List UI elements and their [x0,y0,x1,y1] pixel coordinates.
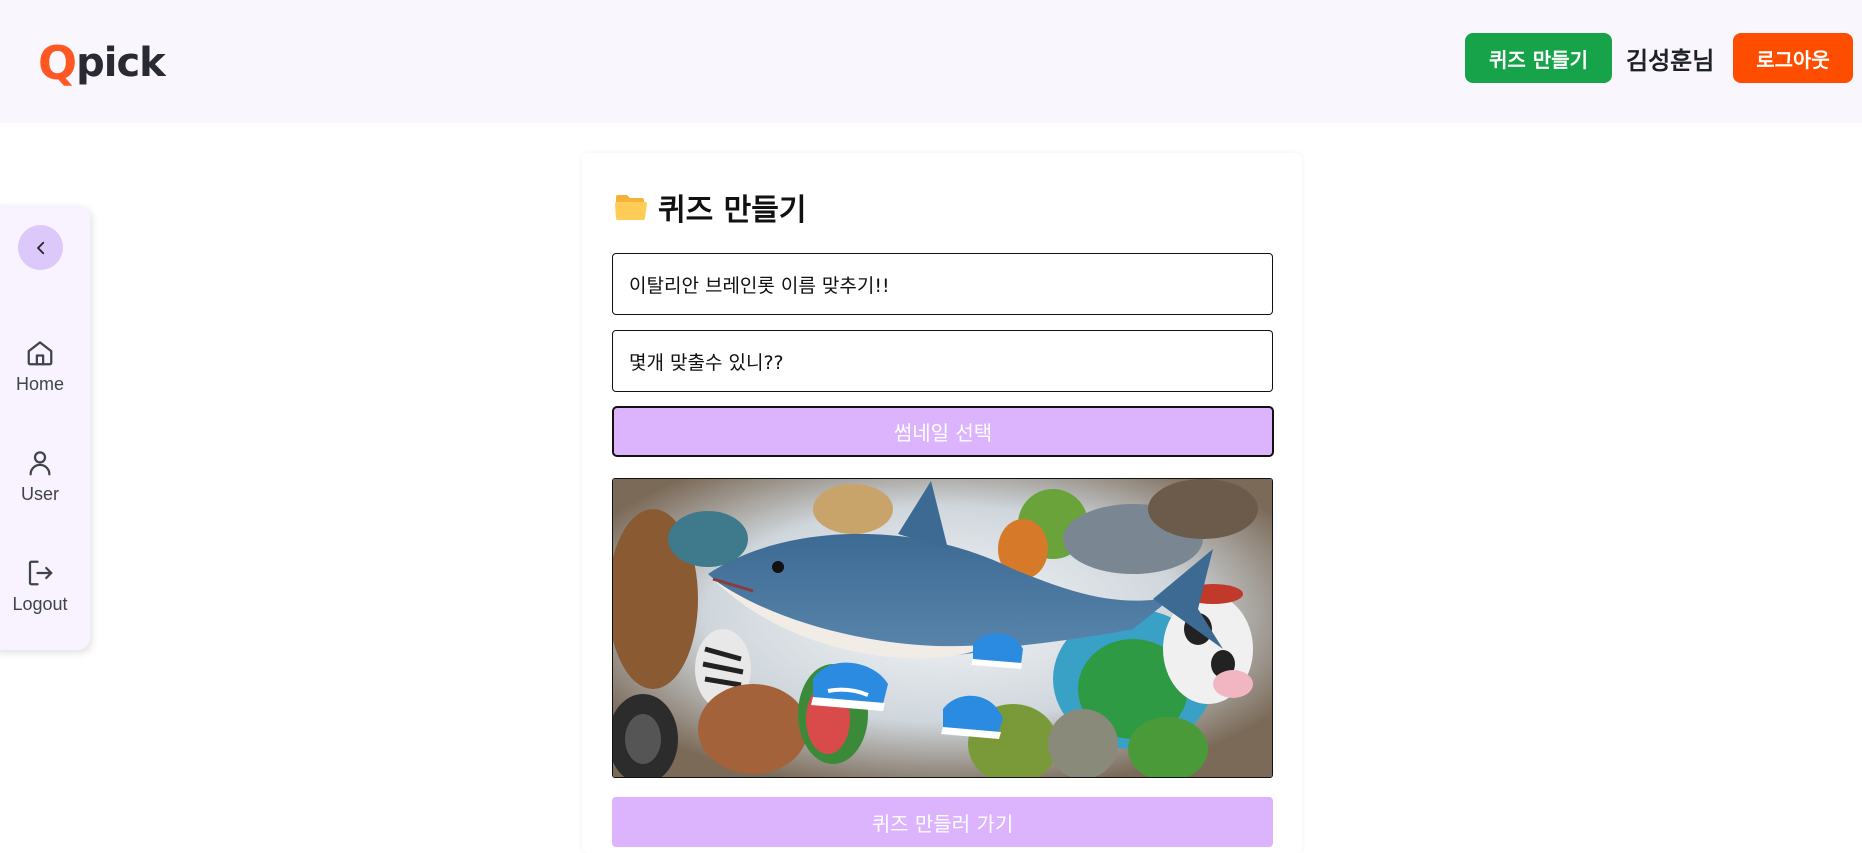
home-icon [27,341,53,366]
user-icon [29,451,51,476]
sidebar-collapse-button[interactable] [18,225,63,270]
top-header: Qpick 퀴즈 만들기 김성훈님 로그아웃 [0,0,1862,123]
sidebar-item-label: Home [15,374,64,394]
sidebar-item-logout[interactable]: Logout [0,558,90,615]
logout-icon [28,560,53,586]
logo-text: pick [76,40,166,86]
quiz-title-input[interactable]: 이탈리안 브레인롯 이름 맞추기!! [612,253,1273,315]
sidebar: Home User Logout [0,205,90,650]
qpick-logo[interactable]: Qpick [38,36,166,90]
sidebar-item-label: User [20,484,59,504]
chevron-left-icon [36,241,44,254]
make-quiz-button[interactable]: 퀴즈 만들기 [1465,33,1612,83]
page-title: 퀴즈 만들기 [614,185,806,229]
sidebar-item-home[interactable]: Home [0,338,90,395]
quiz-description-input[interactable]: 몇개 맞출수 있니?? [612,330,1273,392]
folder-icon [615,195,647,220]
username-label: 김성훈님 [1626,46,1715,75]
select-thumbnail-button[interactable]: 썸네일 선택 [612,406,1274,457]
logout-button[interactable]: 로그아웃 [1733,33,1853,83]
page-title-text: 퀴즈 만들기 [658,193,807,228]
logo-q: Q [38,36,77,90]
sidebar-item-label: Logout [12,594,68,614]
sidebar-item-user[interactable]: User [0,448,90,505]
thumbnail-preview-image [612,478,1273,778]
go-create-quiz-button[interactable]: 퀴즈 만들러 가기 [612,797,1273,847]
quiz-create-card: 퀴즈 만들기 이탈리안 브레인롯 이름 맞추기!! 몇개 맞출수 있니?? 썸네… [582,153,1302,853]
